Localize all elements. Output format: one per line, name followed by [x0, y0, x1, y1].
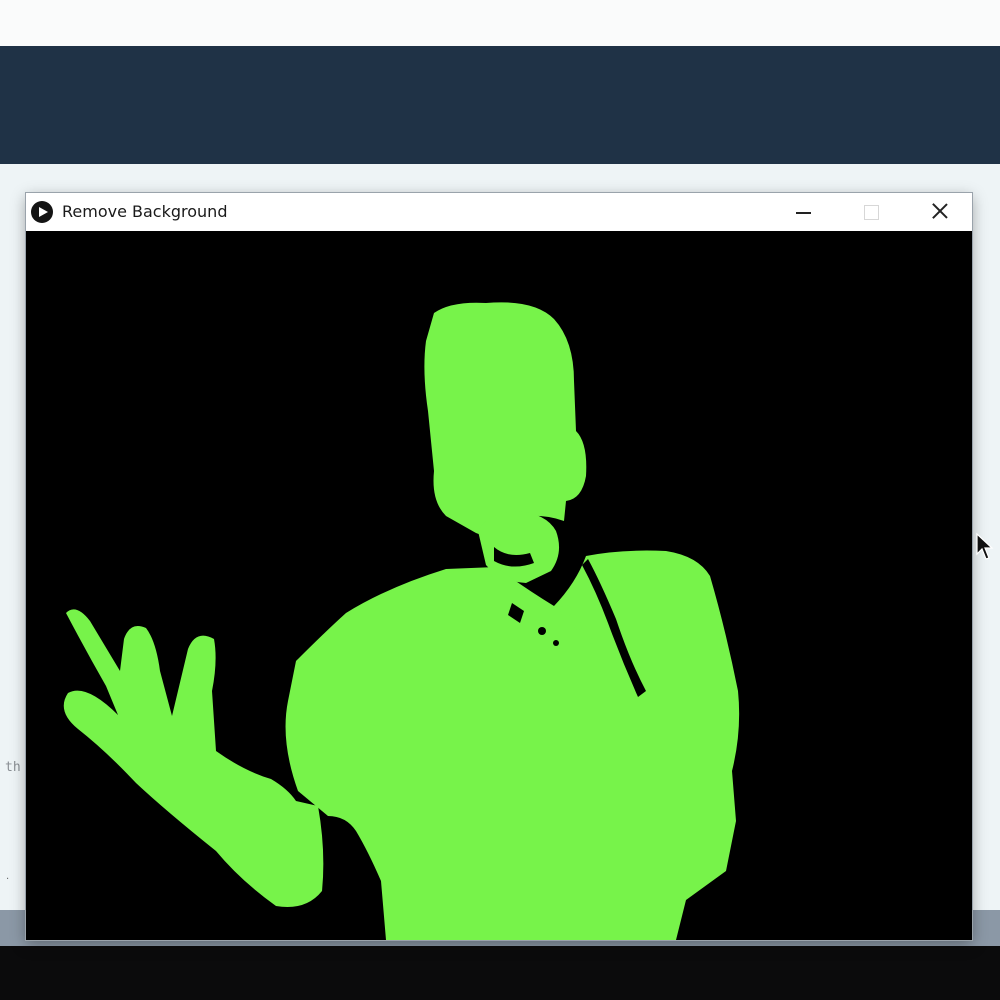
minimize-icon: [796, 212, 811, 214]
browser-top-strip: [0, 0, 1000, 46]
editor-gutter-mark: ·: [6, 874, 10, 885]
play-circle-icon: [31, 201, 53, 223]
close-button[interactable]: [910, 193, 968, 231]
window-title: Remove Background: [62, 202, 228, 221]
minimize-button[interactable]: [774, 193, 832, 231]
person-silhouette: [63, 302, 740, 940]
window-titlebar[interactable]: Remove Background: [26, 193, 972, 232]
remove-background-window[interactable]: Remove Background: [26, 193, 972, 940]
maximize-icon: [864, 205, 879, 220]
code-snippet-text: th: [5, 760, 21, 775]
close-icon: [930, 201, 950, 221]
video-canvas[interactable]: [26, 231, 972, 940]
arrow-pointer-icon: [976, 532, 994, 560]
page-header-band: [0, 46, 1000, 164]
console-panel: [0, 946, 1000, 1000]
maximize-button[interactable]: [842, 193, 900, 231]
